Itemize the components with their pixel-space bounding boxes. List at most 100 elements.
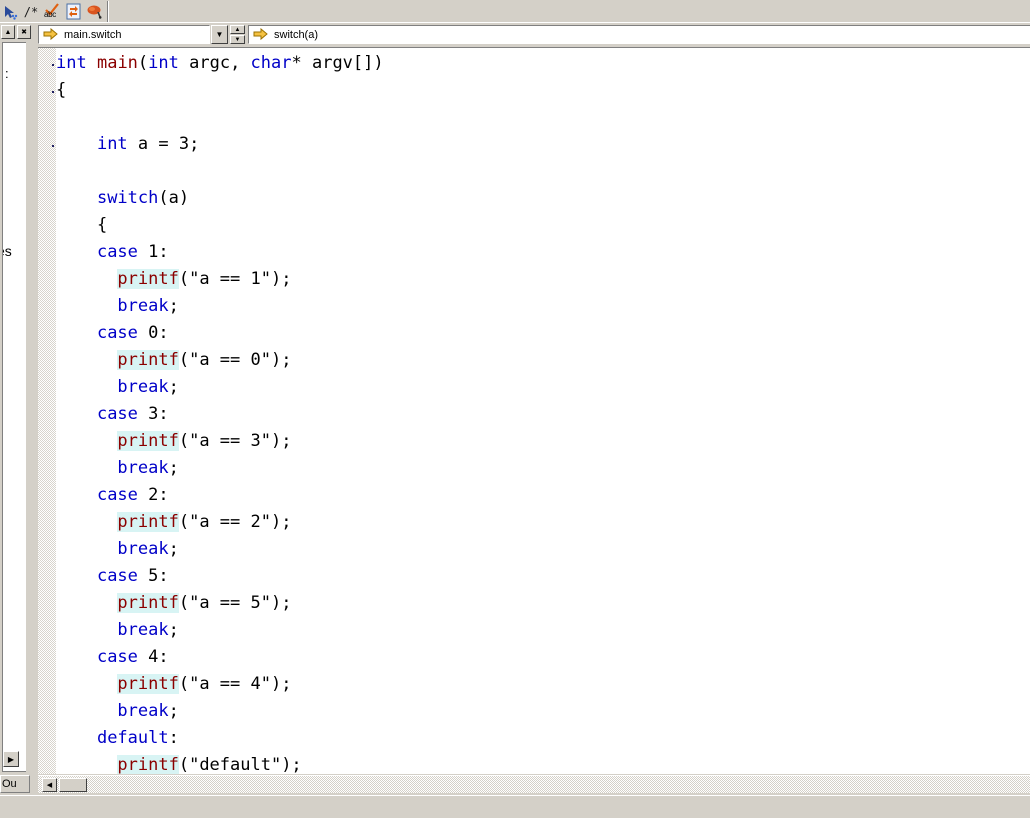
code-line: int a = 3; [56, 131, 1030, 158]
code-text: ; [168, 458, 179, 478]
scope-dropdown-button[interactable]: ▼ [211, 25, 228, 44]
code-line: printf("a == 5"); [56, 590, 1030, 617]
output-tab-label: Ou [2, 778, 17, 790]
editor-window: main.switch ▼ ▲ ▼ switch(a) int main(int… [36, 23, 1030, 795]
bookmark-icon[interactable] [84, 2, 104, 21]
scroll-left-button[interactable]: ◀ [42, 778, 57, 792]
code-keyword: int [148, 53, 179, 73]
code-keyword: default [96, 728, 169, 748]
code-function-name: printf [117, 755, 179, 774]
panel-scroll-up-label: ▲ [4, 28, 12, 36]
code-text: ; [168, 620, 179, 640]
spinner-up-button[interactable]: ▲ [230, 25, 245, 34]
code-function-name: printf [117, 431, 179, 451]
code-line: break; [56, 698, 1030, 725]
code-function-name: printf [117, 350, 179, 370]
comment-block-icon[interactable]: /* [21, 2, 41, 21]
source-code[interactable]: int main(int argc, char* argv[]){ int a … [56, 48, 1030, 774]
code-text: : [168, 728, 179, 748]
output-tab[interactable]: Ou [0, 775, 30, 793]
code-keyword: int [96, 134, 128, 154]
code-line: printf("a == 2"); [56, 509, 1030, 536]
panel-scroll-down-button[interactable]: ▶ [3, 751, 19, 767]
panel-clipped-text: es [3, 243, 12, 259]
spinner-up-icon: ▲ [234, 26, 241, 33]
toolbar-separator [107, 1, 109, 22]
code-text: 0: [137, 323, 169, 343]
code-text: 3: [137, 404, 169, 424]
code-text: ("default"); [178, 755, 302, 774]
editor-gutter[interactable] [38, 48, 56, 774]
panel-scroll-up-button[interactable]: ▲ [1, 25, 15, 39]
code-line: break; [56, 455, 1030, 482]
goto-definition-icon[interactable] [0, 2, 20, 21]
scope-spinner[interactable]: ▲ ▼ [230, 25, 245, 44]
code-function-name: printf [117, 674, 179, 694]
member-value: switch(a) [274, 28, 319, 41]
code-function-name: printf [117, 269, 179, 289]
code-text: ; [168, 701, 179, 721]
code-line: break; [56, 374, 1030, 401]
left-docked-panel: ▲ ✖ : es ▶ Ou [0, 23, 36, 795]
code-line: printf("a == 3"); [56, 428, 1030, 455]
code-editor-surface[interactable]: int main(int argc, char* argv[]){ int a … [38, 47, 1030, 774]
code-line: printf("default"); [56, 752, 1030, 774]
horizontal-scroll-thumb[interactable] [59, 778, 87, 792]
code-function-name: main [96, 53, 138, 73]
navigation-bar: main.switch ▼ ▲ ▼ switch(a) [36, 25, 1030, 46]
code-text: 1: [137, 242, 169, 262]
code-keyword: break [117, 377, 169, 397]
code-keyword: case [96, 323, 138, 343]
code-text: 4: [137, 647, 169, 667]
code-keyword: case [96, 647, 138, 667]
code-text: argc, [178, 53, 251, 73]
code-text: ("a == 0"); [178, 350, 292, 370]
left-panel-content[interactable]: : es [2, 42, 26, 772]
code-line: break; [56, 293, 1030, 320]
gutter-markers [38, 48, 56, 774]
code-line: case 3: [56, 401, 1030, 428]
spellcheck-abc-icon[interactable]: abc [42, 2, 62, 21]
chevron-down-icon: ▼ [215, 29, 224, 39]
code-keyword: break [117, 620, 169, 640]
code-keyword: break [117, 458, 169, 478]
panel-close-button[interactable]: ✖ [17, 25, 31, 39]
scope-arrow-icon [43, 27, 59, 41]
code-text: ("a == 3"); [178, 431, 292, 451]
code-text: ; [168, 539, 179, 559]
panel-close-label: ✖ [21, 28, 27, 36]
code-text: { [56, 80, 67, 100]
code-function-name: printf [117, 593, 179, 613]
code-line: break; [56, 536, 1030, 563]
code-text: 5: [137, 566, 169, 586]
member-combobox[interactable]: switch(a) [248, 25, 1030, 44]
left-panel-titlebar: ▲ ✖ [0, 23, 36, 41]
toolbar-empty-area [110, 0, 1030, 22]
code-text: ("a == 5"); [178, 593, 292, 613]
spinner-down-icon: ▼ [234, 36, 241, 43]
code-keyword: case [96, 485, 138, 505]
code-line: default: [56, 725, 1030, 752]
code-text: * argv[]) [291, 53, 384, 73]
spinner-down-button[interactable]: ▼ [230, 35, 245, 44]
code-keyword: switch [96, 188, 159, 208]
scope-combobox[interactable]: main.switch [38, 25, 210, 44]
code-line: case 1: [56, 239, 1030, 266]
toggle-header-source-icon[interactable] [63, 2, 83, 21]
code-keyword: char [250, 53, 292, 73]
toolbar: /* abc [0, 0, 1030, 23]
horizontal-scrollbar[interactable]: ◀ [38, 775, 1030, 793]
code-line: printf("a == 1"); [56, 266, 1030, 293]
